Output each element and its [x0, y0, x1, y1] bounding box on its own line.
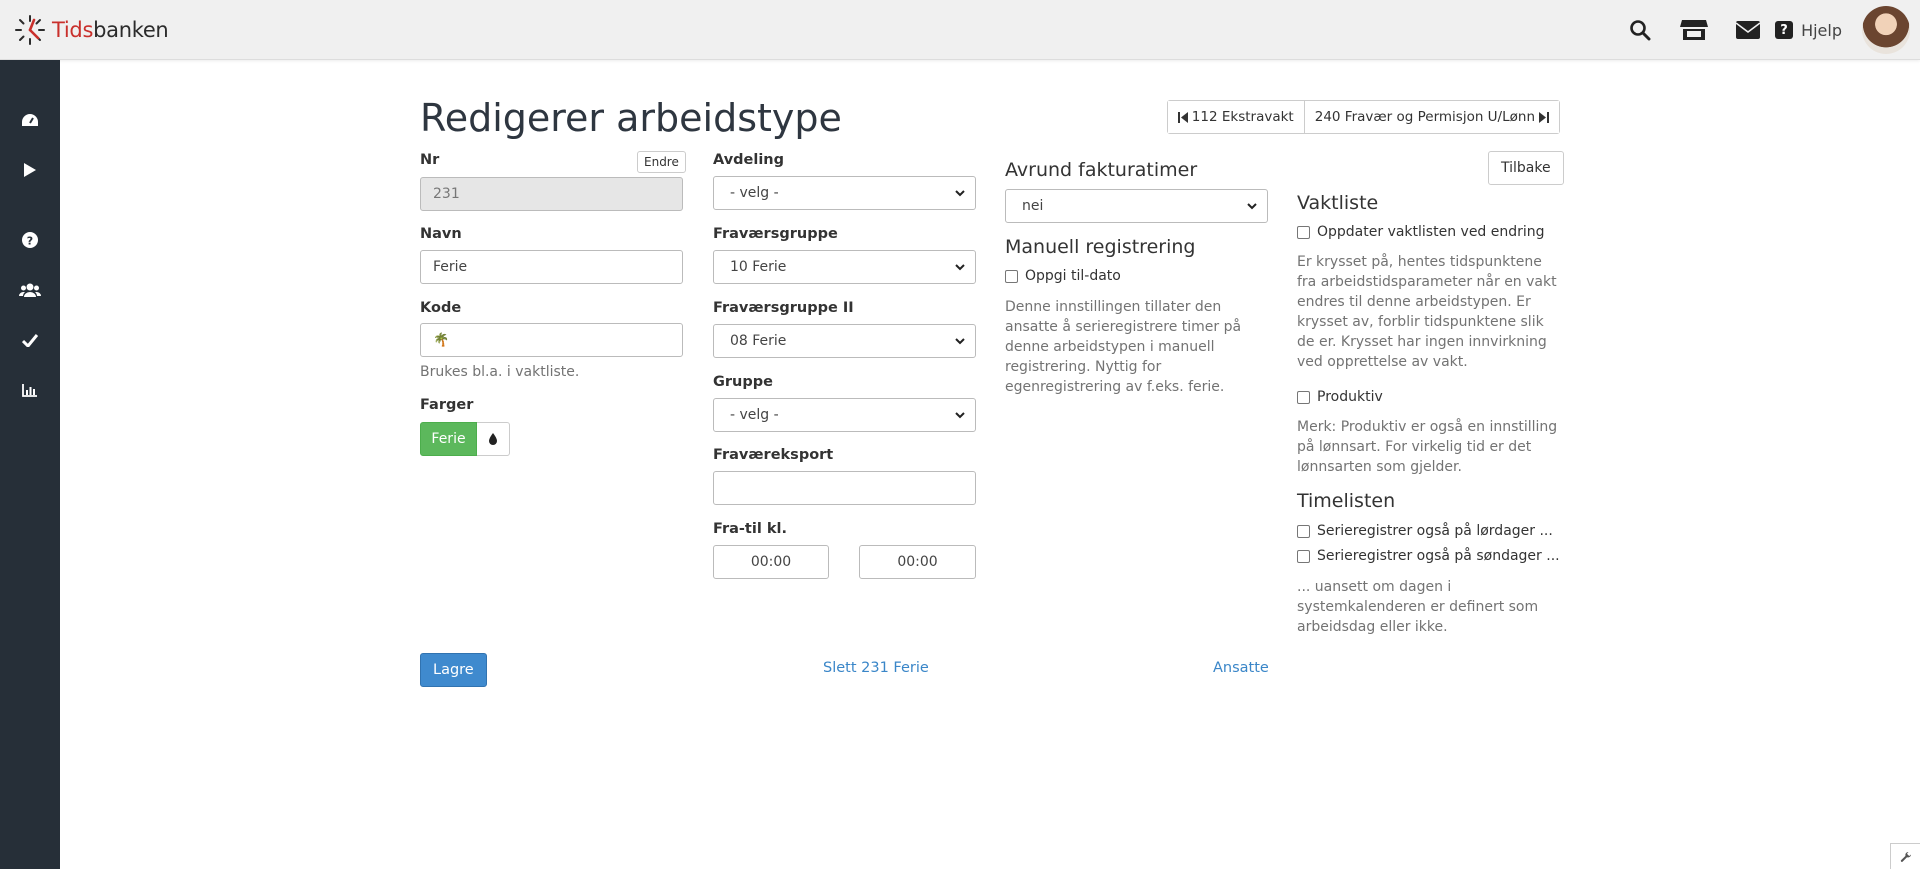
checkbox-box	[1297, 549, 1310, 563]
help-icon: ?	[1775, 21, 1794, 39]
dashboard-icon[interactable]	[0, 100, 60, 140]
employees-link[interactable]: Ansatte	[1213, 660, 1269, 676]
billing-title: Avrund fakturatimer	[1005, 159, 1198, 181]
avatar[interactable]	[1862, 6, 1910, 54]
wrench-icon[interactable]	[1890, 843, 1920, 869]
checkbox-box	[1297, 524, 1310, 538]
chevron-down-icon	[1247, 203, 1257, 210]
endre-button[interactable]: Endre	[637, 151, 686, 173]
help-label: Hjelp	[1801, 20, 1842, 40]
gruppe-select[interactable]: - velg -	[713, 398, 976, 432]
logo-icon	[15, 15, 45, 45]
chevron-down-icon	[955, 338, 965, 345]
eksport-label: Fraværeksport	[713, 447, 834, 463]
kode-help: Brukes bl.a. i vaktliste.	[420, 364, 580, 380]
avdeling-select[interactable]: - velg -	[713, 176, 976, 210]
navn-field[interactable]	[420, 250, 683, 284]
nr-field	[420, 177, 683, 211]
record-navigation: 112 Ekstravakt 240 Fravær og Permisjon U…	[1166, 100, 1560, 134]
sunday-checkbox[interactable]: Serieregistrer også på søndager ...	[1297, 548, 1560, 564]
farger-label: Farger	[420, 397, 474, 413]
save-button[interactable]: Lagre	[420, 653, 487, 687]
chevron-down-icon	[955, 412, 965, 419]
chevron-down-icon	[955, 190, 965, 197]
update-vaktliste-checkbox[interactable]: Oppdater vaktlisten ved endring	[1297, 224, 1545, 240]
help-circle-icon[interactable]: ?	[0, 220, 60, 260]
produktiv-help: Merk: Produktiv er også en innstilling p…	[1297, 419, 1558, 475]
timelisten-help: ... uansett om dagen i systemkalenderen …	[1297, 579, 1539, 635]
mail-icon[interactable]	[1721, 0, 1775, 60]
navn-label: Navn	[420, 226, 462, 242]
timelisten-title: Timelisten	[1297, 490, 1396, 512]
search-icon[interactable]	[1613, 0, 1667, 60]
nr-label: Nr	[420, 152, 440, 168]
check-icon[interactable]	[0, 320, 60, 360]
checkbox-box	[1297, 390, 1310, 404]
kode-label: Kode	[420, 300, 462, 316]
chart-icon[interactable]	[0, 370, 60, 410]
fratil-label: Fra-til kl.	[713, 521, 787, 537]
eksport-field[interactable]	[713, 471, 976, 505]
vaktliste-title: Vaktliste	[1297, 192, 1379, 214]
palm-tree-icon: 🌴	[433, 332, 450, 348]
logo[interactable]: Tidsbanken	[14, 14, 169, 46]
top-actions: ? Hjelp	[1613, 0, 1920, 60]
kode-field[interactable]: 🌴	[420, 323, 683, 357]
color-picker: Ferie	[420, 422, 510, 456]
next-record-button[interactable]: 240 Fravær og Permisjon U/Lønn	[1303, 101, 1559, 133]
tint-icon	[489, 433, 497, 445]
top-bar: Tidsbanken ? Hjelp	[0, 0, 1920, 60]
fravaersgruppe2-select[interactable]: 08 Ferie	[713, 324, 976, 358]
store-icon[interactable]	[1667, 0, 1721, 60]
color-drop-button[interactable]	[477, 422, 510, 456]
billing-select[interactable]: nei	[1005, 189, 1268, 223]
color-preview-button[interactable]: Ferie	[420, 422, 477, 456]
avdeling-label: Avdeling	[713, 152, 785, 168]
fra-time-field[interactable]: 00:00	[713, 545, 829, 579]
play-icon[interactable]	[0, 150, 60, 190]
step-backward-icon	[1177, 111, 1188, 123]
users-icon[interactable]	[0, 270, 60, 310]
back-button[interactable]: Tilbake	[1488, 151, 1564, 185]
gruppe-label: Gruppe	[713, 374, 773, 390]
til-time-field[interactable]: 00:00	[859, 545, 976, 579]
manual-title: Manuell registrering	[1005, 236, 1196, 258]
fravaersgruppe2-label: Fraværsgruppe II	[713, 300, 854, 316]
logo-text: Tidsbanken	[52, 18, 169, 42]
saturday-checkbox[interactable]: Serieregistrer også på lørdager ...	[1297, 523, 1553, 539]
fravaersgruppe-label: Fraværsgruppe	[713, 226, 838, 242]
svg-text:?: ?	[27, 235, 33, 248]
update-help: Er krysset på, hentes tidspunktene fra a…	[1297, 254, 1557, 370]
help-link[interactable]: ? Hjelp	[1775, 21, 1842, 40]
produktiv-checkbox[interactable]: Produktiv	[1297, 389, 1383, 405]
chevron-down-icon	[955, 264, 965, 271]
manual-help: Denne innstillingen tillater den ansatte…	[1005, 299, 1242, 395]
step-forward-icon	[1539, 111, 1549, 123]
checkbox-box	[1005, 269, 1018, 283]
oppgi-tildato-checkbox[interactable]: Oppgi til-dato	[1005, 268, 1121, 284]
checkbox-box	[1297, 225, 1310, 239]
sidebar: ?	[0, 60, 60, 869]
delete-link[interactable]: Slett 231 Ferie	[823, 660, 929, 676]
prev-record-button[interactable]: 112 Ekstravakt	[1167, 101, 1304, 133]
fravaersgruppe-select[interactable]: 10 Ferie	[713, 250, 976, 284]
page-title: Redigerer arbeidstype	[420, 96, 842, 140]
